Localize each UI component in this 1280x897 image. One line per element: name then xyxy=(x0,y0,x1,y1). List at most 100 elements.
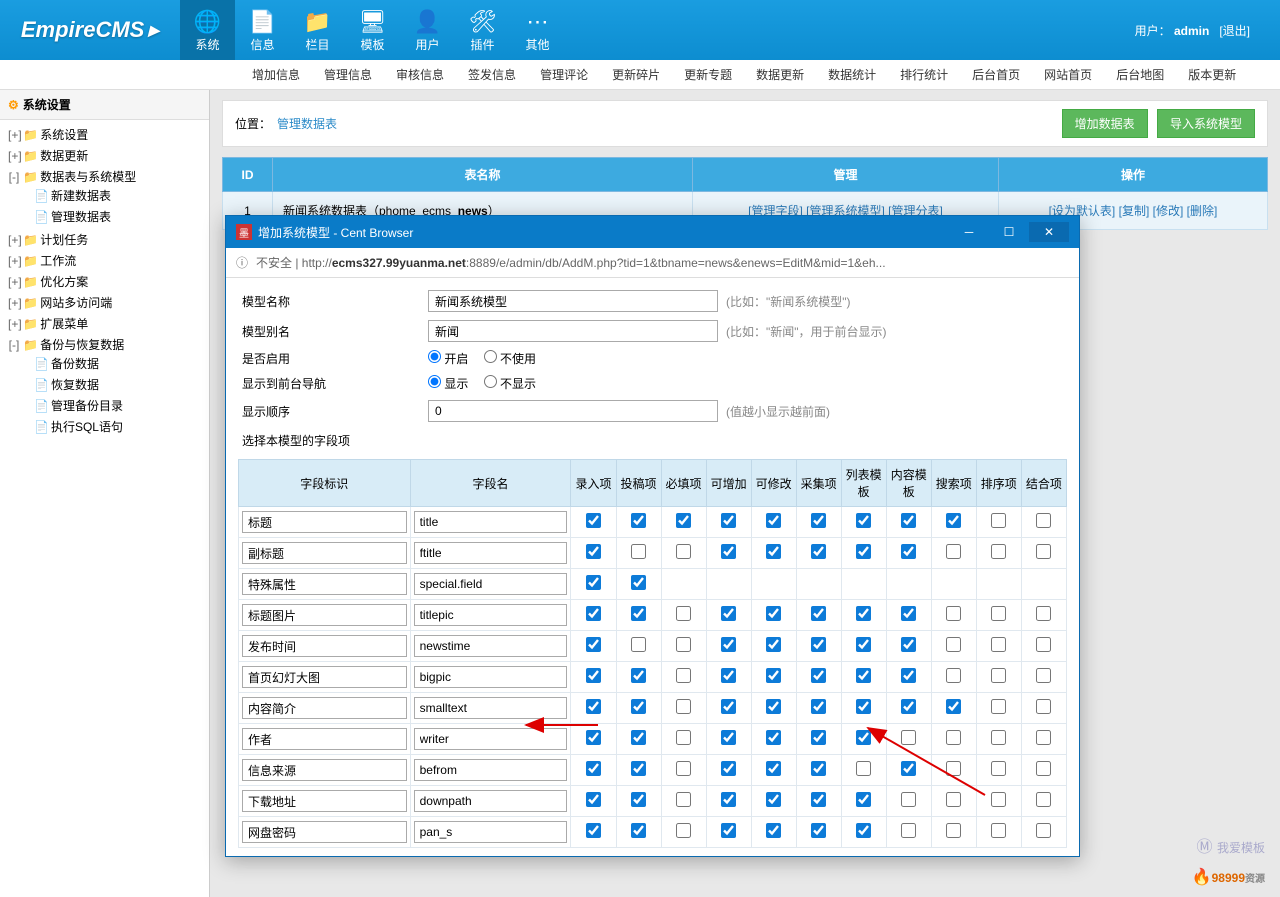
tree-expand-icon[interactable]: [+] xyxy=(8,149,20,163)
field-checkbox[interactable] xyxy=(721,823,736,838)
op-link[interactable]: [修改] xyxy=(1153,204,1184,218)
add-table-button[interactable]: 增加数据表 xyxy=(1062,109,1148,138)
field-name-input[interactable] xyxy=(414,697,568,719)
field-checkbox[interactable] xyxy=(811,637,826,652)
field-checkbox[interactable] xyxy=(631,513,646,528)
field-name-input[interactable] xyxy=(414,573,568,595)
tree-file[interactable]: 管理备份目录 xyxy=(51,399,123,413)
tree-expand-icon[interactable]: [+] xyxy=(8,275,20,289)
field-id-input[interactable] xyxy=(242,666,407,688)
field-checkbox[interactable] xyxy=(586,761,601,776)
field-name-input[interactable] xyxy=(414,728,568,750)
field-checkbox[interactable] xyxy=(856,730,871,745)
topnav-item[interactable]: 📄信息 xyxy=(235,0,290,60)
field-checkbox[interactable] xyxy=(856,606,871,621)
field-checkbox[interactable] xyxy=(676,730,691,745)
field-checkbox[interactable] xyxy=(631,544,646,559)
tree-file[interactable]: 执行SQL语句 xyxy=(51,420,123,434)
field-checkbox[interactable] xyxy=(631,606,646,621)
field-checkbox[interactable] xyxy=(1036,792,1051,807)
field-checkbox[interactable] xyxy=(946,823,961,838)
tree-folder[interactable]: 优化方案 xyxy=(40,275,88,289)
topnav-item[interactable]: 🌐系统 xyxy=(180,0,235,60)
field-checkbox[interactable] xyxy=(856,823,871,838)
field-checkbox[interactable] xyxy=(676,761,691,776)
field-checkbox[interactable] xyxy=(721,606,736,621)
logout-link[interactable]: [退出] xyxy=(1219,24,1250,38)
subnav-item[interactable]: 管理评论 xyxy=(528,66,600,83)
enable-on-radio[interactable]: 开启 xyxy=(428,352,468,366)
op-link[interactable]: [复制] xyxy=(1119,204,1150,218)
field-checkbox[interactable] xyxy=(721,792,736,807)
field-checkbox[interactable] xyxy=(631,699,646,714)
field-checkbox[interactable] xyxy=(631,637,646,652)
field-id-input[interactable] xyxy=(242,573,407,595)
tree-file[interactable]: 管理数据表 xyxy=(51,210,111,224)
tree-file[interactable]: 备份数据 xyxy=(51,357,99,371)
field-checkbox[interactable] xyxy=(586,637,601,652)
subnav-item[interactable]: 更新碎片 xyxy=(600,66,672,83)
field-checkbox[interactable] xyxy=(946,513,961,528)
field-checkbox[interactable] xyxy=(946,544,961,559)
field-checkbox[interactable] xyxy=(811,823,826,838)
field-checkbox[interactable] xyxy=(676,606,691,621)
modal-titlebar[interactable]: 墨 增加系统模型 - Cent Browser ─ ☐ ✕ xyxy=(226,216,1079,248)
model-name-input[interactable] xyxy=(428,290,718,312)
field-checkbox[interactable] xyxy=(586,730,601,745)
field-checkbox[interactable] xyxy=(766,792,781,807)
topnav-item[interactable]: 📁栏目 xyxy=(290,0,345,60)
field-checkbox[interactable] xyxy=(676,699,691,714)
field-checkbox[interactable] xyxy=(901,668,916,683)
field-checkbox[interactable] xyxy=(991,792,1006,807)
field-checkbox[interactable] xyxy=(811,606,826,621)
crumb-link[interactable]: 管理数据表 xyxy=(277,115,337,132)
topnav-item[interactable]: 👤用户 xyxy=(400,0,455,60)
tree-folder[interactable]: 扩展菜单 xyxy=(40,317,88,331)
field-checkbox[interactable] xyxy=(721,513,736,528)
field-checkbox[interactable] xyxy=(721,637,736,652)
url-bar[interactable]: ⓘ 不安全 | http://ecms327.99yuanma.net:8889… xyxy=(226,248,1079,278)
minimize-button[interactable]: ─ xyxy=(949,222,989,242)
field-name-input[interactable] xyxy=(414,635,568,657)
field-checkbox[interactable] xyxy=(586,823,601,838)
field-checkbox[interactable] xyxy=(631,668,646,683)
tree-file[interactable]: 新建数据表 xyxy=(51,189,111,203)
op-link[interactable]: [删除] xyxy=(1187,204,1218,218)
field-checkbox[interactable] xyxy=(631,730,646,745)
field-name-input[interactable] xyxy=(414,666,568,688)
field-id-input[interactable] xyxy=(242,635,407,657)
field-name-input[interactable] xyxy=(414,759,568,781)
field-id-input[interactable] xyxy=(242,604,407,626)
field-checkbox[interactable] xyxy=(766,730,781,745)
field-checkbox[interactable] xyxy=(946,730,961,745)
field-checkbox[interactable] xyxy=(856,668,871,683)
field-checkbox[interactable] xyxy=(991,606,1006,621)
field-checkbox[interactable] xyxy=(586,668,601,683)
field-checkbox[interactable] xyxy=(586,513,601,528)
field-checkbox[interactable] xyxy=(1036,637,1051,652)
topnav-item[interactable]: 🛠插件 xyxy=(455,0,510,60)
field-checkbox[interactable] xyxy=(991,637,1006,652)
field-checkbox[interactable] xyxy=(766,637,781,652)
field-id-input[interactable] xyxy=(242,759,407,781)
tree-folder[interactable]: 数据表与系统模型 xyxy=(40,170,136,184)
field-checkbox[interactable] xyxy=(811,513,826,528)
subnav-item[interactable]: 签发信息 xyxy=(456,66,528,83)
enable-off-radio[interactable]: 不使用 xyxy=(484,352,536,366)
field-checkbox[interactable] xyxy=(901,513,916,528)
field-checkbox[interactable] xyxy=(946,792,961,807)
field-checkbox[interactable] xyxy=(856,544,871,559)
field-checkbox[interactable] xyxy=(811,730,826,745)
field-id-input[interactable] xyxy=(242,542,407,564)
field-checkbox[interactable] xyxy=(856,792,871,807)
field-checkbox[interactable] xyxy=(721,699,736,714)
field-checkbox[interactable] xyxy=(811,699,826,714)
subnav-item[interactable]: 管理信息 xyxy=(312,66,384,83)
field-checkbox[interactable] xyxy=(811,668,826,683)
field-checkbox[interactable] xyxy=(901,699,916,714)
field-checkbox[interactable] xyxy=(766,761,781,776)
field-checkbox[interactable] xyxy=(901,637,916,652)
tree-folder[interactable]: 系统设置 xyxy=(40,128,88,142)
maximize-button[interactable]: ☐ xyxy=(989,222,1029,242)
field-checkbox[interactable] xyxy=(1036,544,1051,559)
